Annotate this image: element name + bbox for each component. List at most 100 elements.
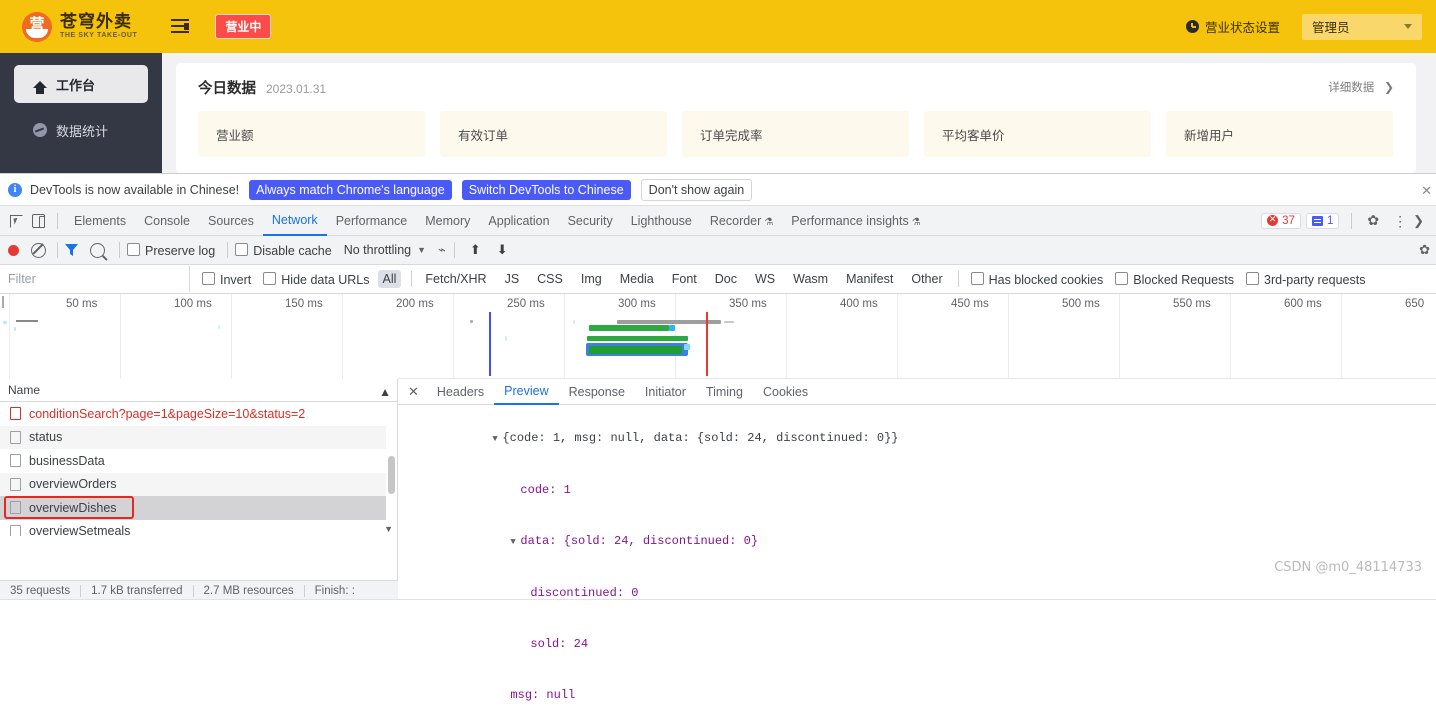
scroll-up-icon[interactable]: ▲ — [379, 385, 391, 399]
request-row-overvieworders[interactable]: overviewOrders — [0, 472, 397, 496]
timeline-tick-400: 400 ms — [840, 298, 878, 310]
detail-tab-headers[interactable]: Headers — [427, 380, 494, 404]
menu-collapse-icon[interactable] — [171, 19, 190, 34]
tab-performance[interactable]: Performance — [327, 207, 417, 235]
sidebar-item-workbench[interactable]: 工作台 — [14, 65, 148, 103]
device-toolbar-icon[interactable] — [28, 211, 48, 231]
tab-console[interactable]: Console — [135, 207, 199, 235]
tab-performance-insights[interactable]: Performance insights ⚗ — [782, 207, 929, 235]
more-options-icon[interactable]: ⋮ — [1393, 214, 1407, 228]
network-conditions-icon[interactable]: ⌁ — [438, 242, 446, 258]
business-status-badge[interactable]: 营业中 — [215, 14, 272, 39]
detail-tab-preview[interactable]: Preview — [494, 379, 559, 405]
request-row-overviewdishes[interactable]: overviewDishes — [0, 496, 397, 520]
scrollbar-thumb[interactable] — [388, 456, 395, 494]
checkbox[interactable] — [202, 271, 215, 285]
metric-valid-orders[interactable]: 有效订单 — [440, 111, 667, 157]
filter-type-font[interactable]: Font — [667, 270, 702, 288]
detail-tab-initiator[interactable]: Initiator — [635, 380, 696, 404]
chevron-right-icon[interactable]: ❯ — [1413, 213, 1424, 229]
sidebar-item-statistics[interactable]: 数据统计 — [14, 111, 148, 149]
info-icon: i — [8, 182, 22, 197]
scroll-down-icon[interactable]: ▼ — [384, 524, 393, 534]
invert-checkbox[interactable]: Invert — [202, 271, 251, 287]
import-har-icon[interactable]: ⬆ — [470, 242, 481, 258]
tab-elements[interactable]: Elements — [65, 207, 135, 235]
request-row-status[interactable]: status — [0, 425, 397, 449]
checkbox[interactable] — [970, 271, 984, 285]
search-icon[interactable] — [90, 242, 105, 258]
dont-show-again-button[interactable]: Don't show again — [640, 178, 753, 201]
filter-type-js[interactable]: JS — [500, 270, 525, 288]
metric-average-price-label: 平均客单价 — [942, 128, 1005, 143]
request-row-businessdata[interactable]: businessData — [0, 449, 397, 473]
business-status-setting-button[interactable]: 营业状态设置 — [1185, 17, 1280, 36]
filter-type-media[interactable]: Media — [615, 270, 659, 288]
hide-data-urls-checkbox[interactable]: Hide data URLs — [263, 271, 370, 287]
clear-icon[interactable] — [31, 242, 46, 258]
brand-logo[interactable]: 营 苍穹外卖 THE SKY TAKE-OUT — [22, 11, 137, 42]
error-count-badge[interactable]: ✕ 37 — [1261, 212, 1301, 229]
filter-type-doc[interactable]: Doc — [710, 270, 742, 288]
request-row-overviewsetmeals[interactable]: overviewSetmeals — [0, 520, 397, 536]
tab-sources[interactable]: Sources — [199, 207, 263, 235]
throttling-select[interactable]: No throttling — [344, 243, 411, 257]
metric-completion-rate[interactable]: 订单完成率 — [682, 111, 909, 157]
detail-tab-timing[interactable]: Timing — [696, 380, 753, 404]
chevron-down-icon[interactable]: ▼ — [417, 245, 426, 255]
checkbox[interactable] — [263, 271, 277, 285]
filter-type-manifest[interactable]: Manifest — [841, 270, 898, 288]
filter-type-css[interactable]: CSS — [532, 270, 568, 288]
json-line-root[interactable]: ▼ {code: 1, msg: null, data: {sold: 24, d… — [406, 413, 1436, 465]
filter-type-wasm[interactable]: Wasm — [788, 270, 833, 288]
filter-type-fetch-xhr[interactable]: Fetch/XHR — [420, 270, 491, 288]
switch-to-chinese-button[interactable]: Switch DevTools to Chinese — [461, 179, 631, 200]
detail-tab-response[interactable]: Response — [559, 380, 635, 404]
detail-tab-cookies[interactable]: Cookies — [753, 380, 818, 404]
disable-cache-checkbox[interactable]: Disable cache — [235, 242, 332, 258]
checkbox[interactable] — [235, 242, 249, 256]
metric-new-users[interactable]: 新增用户 — [1166, 111, 1393, 157]
tab-recorder[interactable]: Recorder ⚗ — [701, 207, 782, 235]
third-party-requests-checkbox[interactable]: 3rd-party requests — [1246, 271, 1365, 287]
tab-application[interactable]: Application — [479, 207, 558, 235]
preserve-log-checkbox[interactable]: Preserve log — [127, 242, 215, 258]
user-role-dropdown[interactable]: 管理员 — [1302, 13, 1422, 40]
filter-icon[interactable] — [65, 244, 78, 256]
tree-toggle-icon[interactable]: ▼ — [492, 431, 502, 448]
home-icon — [32, 77, 47, 94]
inspect-element-icon[interactable] — [6, 211, 26, 231]
metric-average-price[interactable]: 平均客单价 — [924, 111, 1151, 157]
tab-memory[interactable]: Memory — [416, 207, 479, 235]
close-icon[interactable]: ✕ — [1421, 183, 1432, 199]
metric-turnover[interactable]: 营业额 — [198, 111, 425, 157]
settings-overflow-icon[interactable]: ✿ — [1419, 242, 1430, 258]
sidebar-item-statistics-label: 数据统计 — [56, 124, 109, 140]
export-har-icon[interactable]: ⬇ — [497, 242, 508, 258]
record-button[interactable] — [8, 244, 19, 256]
always-match-language-button[interactable]: Always match Chrome's language — [249, 179, 452, 200]
message-count-badge[interactable]: 1 — [1305, 212, 1340, 229]
tab-lighthouse[interactable]: Lighthouse — [622, 207, 701, 235]
blocked-requests-checkbox[interactable]: Blocked Requests — [1115, 271, 1234, 287]
checkbox[interactable] — [1115, 271, 1129, 285]
timeline-bar — [3, 321, 7, 324]
filter-type-all[interactable]: All — [377, 270, 402, 288]
checkbox[interactable] — [1246, 271, 1260, 285]
checkbox[interactable] — [127, 242, 140, 256]
detail-data-link[interactable]: 详细数据 ❯ — [1328, 79, 1394, 95]
filter-input[interactable] — [0, 266, 190, 292]
request-list-scrollbar[interactable] — [386, 402, 397, 536]
request-list[interactable]: conditionSearch?page=1&pageSize=10&statu… — [0, 402, 397, 536]
filter-type-img[interactable]: Img — [576, 270, 607, 288]
has-blocked-cookies-checkbox[interactable]: Has blocked cookies — [970, 271, 1103, 287]
gear-icon[interactable]: ✿ — [1367, 212, 1379, 229]
filter-type-ws[interactable]: WS — [750, 270, 780, 288]
filter-type-other[interactable]: Other — [906, 270, 947, 288]
request-row-conditionsearch[interactable]: conditionSearch?page=1&pageSize=10&statu… — [0, 402, 397, 426]
network-timeline-overview[interactable]: 50 ms 100 ms 150 ms 200 ms 250 ms 300 ms… — [0, 294, 1436, 383]
close-icon[interactable]: ✕ — [408, 384, 419, 400]
tree-toggle-icon[interactable]: ▼ — [510, 534, 520, 551]
tab-network[interactable]: Network — [262, 206, 327, 236]
tab-security[interactable]: Security — [559, 207, 622, 235]
